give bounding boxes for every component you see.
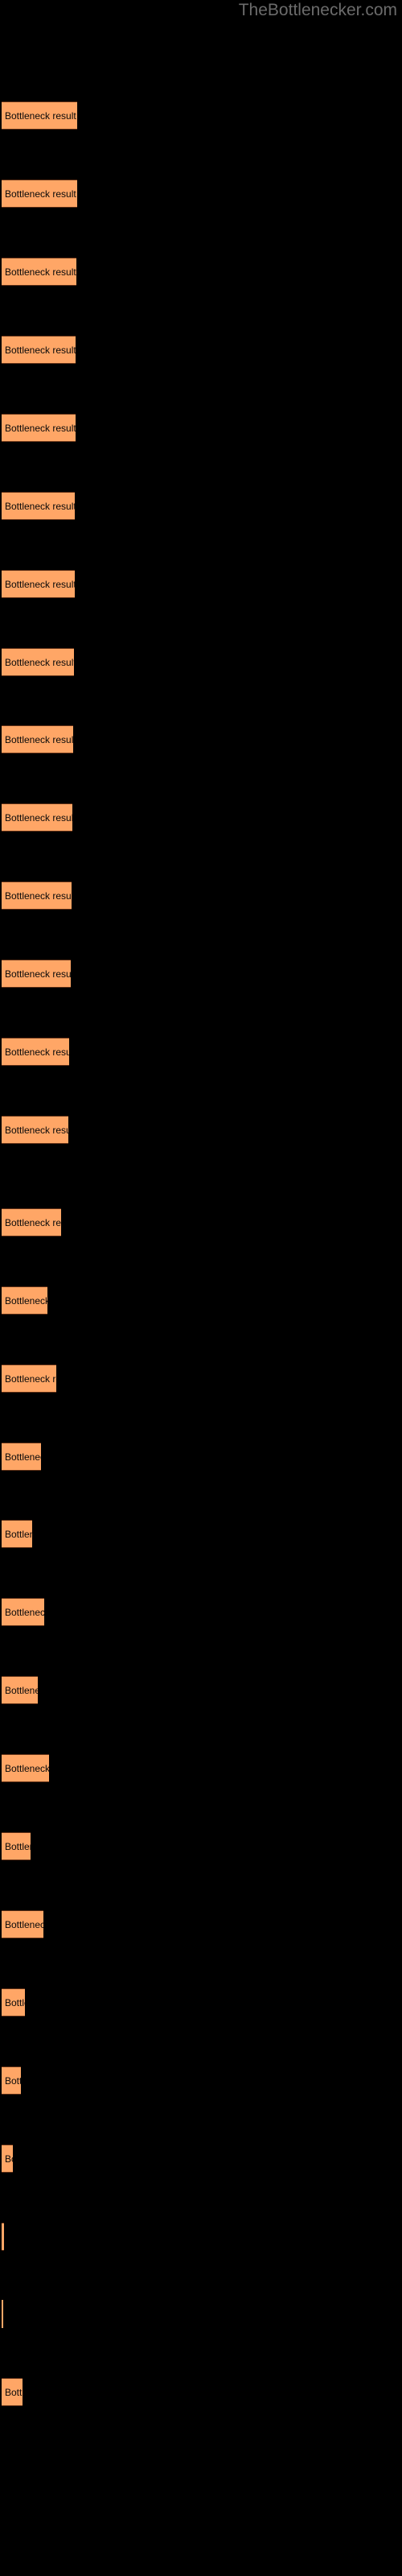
bar-18: Bottleneck result: [2, 1443, 41, 1471]
bar-label: Bottleneck result: [5, 1528, 32, 1540]
bar-19: Bottleneck result: [2, 1520, 32, 1548]
bar-label: Bottleneck result: [5, 733, 73, 745]
bar-30: Bottleneck result: [2, 2378, 23, 2406]
bar-label: Bottleneck result: [5, 1373, 56, 1385]
bar-7: Bottleneck result: [2, 570, 75, 598]
bar-label: Bottleneck result: [5, 1606, 44, 1618]
bar-27: Bottleneck result: [2, 2145, 13, 2173]
bar-label: Bottleneck result: [5, 890, 72, 902]
bottleneck-chart-page: TheBottlenecker.com Bottleneck result Bot…: [0, 0, 402, 2576]
bar-label: Bottleneck result: [5, 344, 76, 356]
bar-label: Bottleneck result: [5, 2386, 23, 2398]
bar-29: Bottleneck result: [2, 2300, 3, 2328]
bar-16: Bottleneck result: [2, 1286, 47, 1315]
bar-22: Bottleneck result: [2, 1754, 49, 1782]
bar-label: Bottleneck result: [5, 1216, 61, 1228]
bar-25: Bottleneck result: [2, 1988, 25, 2017]
bar-9: Bottleneck result: [2, 725, 73, 753]
bar-15: Bottleneck result: [2, 1208, 61, 1236]
bar-6: Bottleneck result: [2, 492, 75, 520]
bar-8: Bottleneck result: [2, 648, 74, 676]
bar-label: Bottleneck result: [5, 1918, 43, 1930]
bar-label: Bottleneck result: [5, 109, 76, 122]
bar-label: Bottleneck result: [5, 1996, 25, 2008]
bar-13: Bottleneck result: [2, 1038, 69, 1066]
bar-10: Bottleneck result: [2, 803, 72, 832]
bar-label: Bottleneck result: [5, 2074, 21, 2087]
bar-label: Bottleneck result: [5, 1046, 69, 1058]
bar-24: Bottleneck result: [2, 1910, 43, 1938]
bar-label: Bottleneck result: [5, 1294, 47, 1307]
bar-label: Bottleneck result: [5, 1684, 38, 1696]
bar-3: Bottleneck result: [2, 258, 76, 286]
bar-label: Bottleneck result: [5, 1451, 41, 1463]
bar-23: Bottleneck result: [2, 1832, 31, 1860]
bar-4: Bottleneck result: [2, 336, 76, 364]
bar-17: Bottleneck result: [2, 1364, 56, 1393]
bar-26: Bottleneck result: [2, 2066, 21, 2095]
bar-label: Bottleneck result: [5, 188, 76, 200]
bar-21: Bottleneck result: [2, 1676, 38, 1704]
bar-2: Bottleneck result: [2, 180, 77, 208]
bar-label: Bottleneck result: [5, 500, 75, 512]
bar-12: Bottleneck result: [2, 960, 71, 988]
bar-label: Bottleneck result: [5, 1762, 49, 1774]
bar-label: Bottleneck result: [5, 1124, 68, 1136]
bar-28: Bottleneck result: [2, 2223, 4, 2251]
bar-14: Bottleneck result: [2, 1116, 68, 1144]
bar-20: Bottleneck result: [2, 1598, 44, 1626]
bar-label: Bottleneck result: [5, 811, 72, 824]
bar-label: Bottleneck result: [5, 656, 74, 668]
bar-label: Bottleneck result: [5, 968, 71, 980]
bar-label: Bottleneck result: [5, 1840, 31, 1852]
bar-1: Bottleneck result: [2, 101, 77, 130]
bar-11: Bottleneck result: [2, 881, 72, 910]
bar-label: Bottleneck result: [5, 578, 75, 590]
bar-5: Bottleneck result: [2, 414, 76, 442]
bar-label: Bottleneck result: [5, 266, 76, 278]
bar-chart: Bottleneck result Bottleneck result Bottle…: [0, 0, 402, 2576]
bar-label: Bottleneck result: [5, 422, 76, 434]
bar-label: Bottleneck result: [5, 2153, 13, 2165]
